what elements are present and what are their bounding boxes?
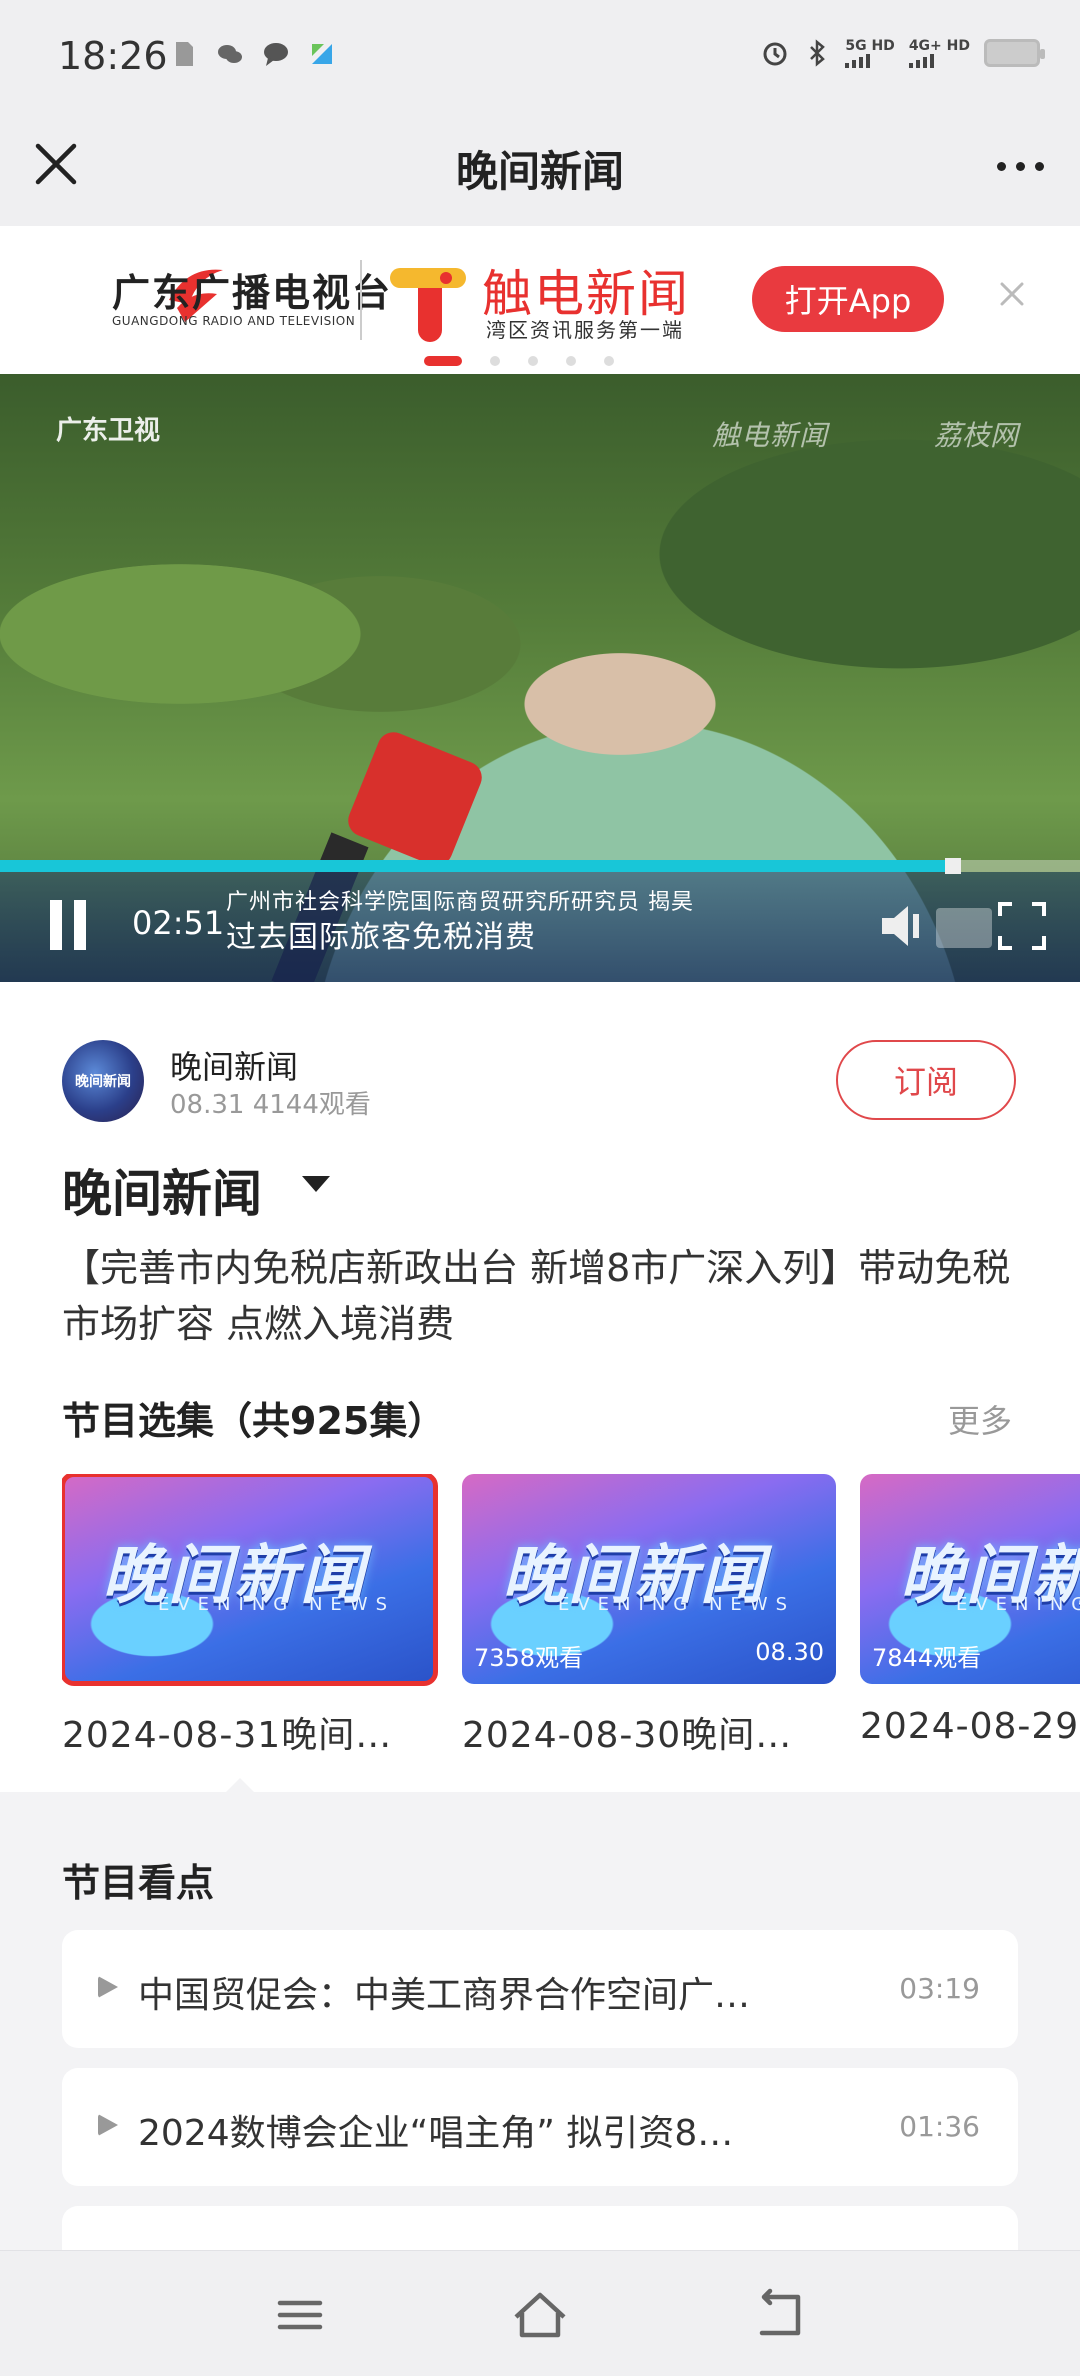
notification-icons <box>170 40 336 68</box>
highlight-item[interactable]: 中国贸促会：中美工商界合作空间广… 03:19 <box>62 1930 1018 2048</box>
episode-title: 2024-08-31晚间… <box>62 1715 393 1756</box>
highlight-title: 中国贸促会：中美工商界合作空间广… <box>138 1975 751 2016</box>
video-watermark-chudian: 触电新闻 <box>712 419 829 452</box>
episode-thumbnail: 晚间新闻 EVENING NEWS <box>62 1474 438 1686</box>
broadcaster-name: 广东广播电视台 <box>112 271 393 315</box>
highlight-title: 2024数博会企业“唱主角” 拟引资8… <box>138 2113 734 2154</box>
status-bar: 18:26 5G HD 4G+ HD <box>0 0 1080 112</box>
episodes-header: 节目选集（共925集） <box>62 1399 446 1443</box>
volume-slider[interactable] <box>936 908 992 948</box>
carousel-dot <box>528 356 538 366</box>
play-icon <box>98 2114 118 2136</box>
lower-third-caption: 过去国际旅客免税消费 <box>226 920 536 955</box>
progress-fill <box>0 860 945 872</box>
app-slogan: 湾区资讯服务第一端 <box>486 318 684 342</box>
fullscreen-icon[interactable] <box>994 898 1050 954</box>
episode-carousel[interactable]: 晚间新闻 EVENING NEWS 2024-08-31晚间… 晚间新闻 EVE… <box>62 1474 1080 1774</box>
signal-4g: 4G+ HD <box>908 38 970 68</box>
episode-card[interactable]: 晚间新闻 EVENING NEWS 7844观看 2024-08-29 <box>860 1474 1080 1747</box>
channel-name[interactable]: 晚间新闻 <box>170 1042 298 1088</box>
carousel-dot-active <box>424 356 462 366</box>
more-options-button[interactable] <box>992 146 1048 186</box>
message-icon <box>264 43 288 66</box>
highlights-notch <box>224 1778 256 1794</box>
episode-thumbnail: 晚间新闻 EVENING NEWS 7844观看 <box>860 1474 1080 1684</box>
app-icon <box>312 44 332 64</box>
title-bar: 晚间新闻 <box>0 112 1080 226</box>
episode-title: 2024-08-29 <box>860 1706 1080 1747</box>
carousel-dots <box>424 356 614 366</box>
carousel-dot <box>604 356 614 366</box>
back-icon[interactable] <box>750 2287 810 2343</box>
sim-icon <box>176 42 193 66</box>
status-time: 18:26 <box>58 34 168 78</box>
program-title[interactable]: 晚间新闻 <box>62 1154 262 1226</box>
episode-title: 2024-08-30晚间… <box>462 1715 793 1756</box>
subscribe-button[interactable]: 订阅 <box>836 1040 1016 1120</box>
chevron-down-icon[interactable] <box>302 1176 330 1192</box>
page-title: 晚间新闻 <box>455 147 624 196</box>
home-icon[interactable] <box>510 2287 570 2343</box>
app-banner[interactable]: 广东广播电视台 GUANGDONG RADIO AND TELEVISION 触… <box>0 226 1080 374</box>
wechat-icon <box>218 45 242 63</box>
broadcaster-en-name: GUANGDONG RADIO AND TELEVISION <box>112 314 356 328</box>
channel-logo: 广东卫视 <box>56 416 161 446</box>
channel-meta: 08.31 4144观看 <box>170 1090 371 1120</box>
carousel-dot <box>566 356 576 366</box>
episode-thumbnail: 晚间新闻 EVENING NEWS 7358观看 08.30 <box>462 1474 836 1684</box>
progress-handle[interactable] <box>945 858 961 874</box>
bluetooth-icon <box>810 39 826 67</box>
highlight-duration: 01:36 <box>899 2110 980 2143</box>
menu-icon[interactable] <box>270 2287 330 2343</box>
battery-icon <box>984 39 1045 67</box>
episode-summary: 【完善市内免税店新政出台 新增8市广深入列】带动免税市场扩容 点燃入境消费 <box>62 1246 1011 1346</box>
pause-icon[interactable] <box>50 900 90 950</box>
episode-date: 08.30 <box>755 1638 824 1666</box>
episode-card-active[interactable]: 晚间新闻 EVENING NEWS 2024-08-31晚间… <box>62 1474 438 1756</box>
banner-close-icon[interactable] <box>996 278 1028 310</box>
system-nav-bar <box>0 2250 1080 2376</box>
more-episodes-link[interactable]: 更多 <box>948 1396 1012 1442</box>
system-icons: 5G HD 4G+ HD <box>761 38 1045 68</box>
chudian-app-logo-icon <box>390 268 466 342</box>
alarm-icon <box>763 42 787 66</box>
highlights-header: 节目看点 <box>62 1861 215 1905</box>
episode-views: 7844观看 <box>872 1644 982 1672</box>
open-app-button[interactable]: 打开App <box>752 266 944 332</box>
highlight-duration: 03:19 <box>899 1972 980 2005</box>
play-icon <box>98 1976 118 1998</box>
video-watermark-litchi: 荔枝网 <box>934 419 1019 452</box>
video-player[interactable]: 广东卫视 触电新闻 荔枝网 广州市社会科学院国际商贸研究所研究员 揭昊 过去国际… <box>0 374 1080 982</box>
highlight-item[interactable]: 2024数博会企业“唱主角” 拟引资8… 01:36 <box>62 2068 1018 2186</box>
banner-divider <box>360 260 362 340</box>
elapsed-time: 02:51 <box>132 904 225 942</box>
signal-5g: 5G HD <box>845 38 895 68</box>
episode-views: 7358观看 <box>474 1644 584 1672</box>
volume-icon[interactable] <box>876 898 932 954</box>
channel-avatar[interactable]: 晚间新闻 <box>62 1040 144 1122</box>
carousel-dot <box>490 356 500 366</box>
episode-card[interactable]: 晚间新闻 EVENING NEWS 7358观看 08.30 2024-08-3… <box>462 1474 836 1756</box>
